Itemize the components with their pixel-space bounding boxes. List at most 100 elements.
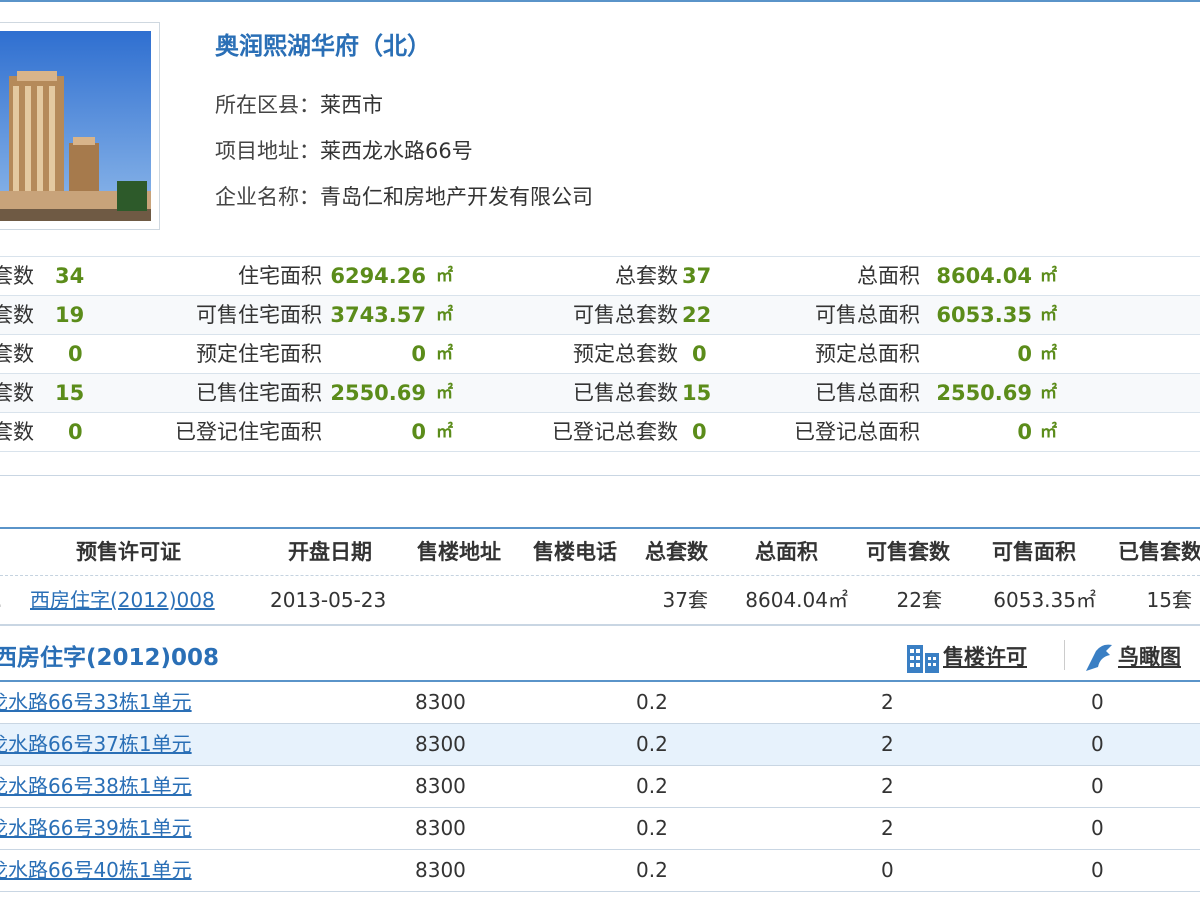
col-header-avail-units: 可售套数 [866,540,950,564]
unit-sqm: ㎡ [1040,305,1057,325]
avail-count: 2 [881,732,894,756]
stat-label: 预定总套数 [573,342,678,366]
table-row: 龙水路66号33栋1单元 8300 0.2 2 0 [0,682,1200,724]
stat-label: 住宅面积 [238,264,322,288]
district-value: 莱西市 [320,93,383,117]
building-section-header: 西房住字(2012)008 售楼许可 鸟瞰图 [0,632,1200,682]
price: 8300 [415,690,466,714]
total-area: 8604.04㎡ [745,588,848,612]
open-date: 2013-05-23 [270,588,387,612]
stats-table: 套数 34 住宅面积 6294.26 ㎡ 总套数 37 总面积 8604.04 … [0,256,1200,452]
stats-row: 套数 34 住宅面积 6294.26 ㎡ 总套数 37 总面积 8604.04 … [0,256,1200,296]
district-label: 所在区县： [215,93,320,117]
stat-value: 34 [55,264,85,288]
avail-count: 2 [881,816,894,840]
table-row: 龙水路66号39栋1单元 8300 0.2 2 0 [0,808,1200,850]
stat-value: 2550.69 [330,381,426,405]
sales-permit-action[interactable]: 售楼许可 [905,638,1027,676]
stat-value: 15 [55,381,85,405]
stat-value: 0 [692,420,707,444]
table-row: 龙水路66号38栋1单元 8300 0.2 2 0 [0,766,1200,808]
stat-value: 0 [411,342,426,366]
stats-row: 套数 15 已售住宅面积 2550.69 ㎡ 已售总套数 15 已售总面积 25… [0,374,1200,413]
aerial-view-link[interactable]: 鸟瞰图 [1118,645,1181,669]
stat-label: 可售住宅面积 [196,303,322,327]
stat-value: 6053.35 [936,303,1032,327]
bird-icon [1086,644,1112,671]
stat-label: 已登记总套数 [552,420,678,444]
col-header-total-units: 总套数 [645,540,708,564]
stat-label: 预定总面积 [815,342,920,366]
stat-value: 15 [682,381,712,405]
unit-sqm: ㎡ [436,383,453,403]
permit-link[interactable]: 西房住字(2012)008 [30,588,215,612]
unit-sqm: ㎡ [1040,266,1057,286]
stat-label: 套数 [0,381,34,405]
project-info: 奥润熙湖华府（北） 所在区县：莱西市 项目地址：莱西龙水路66号 企业名称：青岛… [215,30,593,220]
stat-value: 2550.69 [936,381,1032,405]
stat-value: 0 [68,342,83,366]
unit-sqm: ㎡ [1040,383,1057,403]
project-name: 奥润熙湖华府（北） [215,32,431,60]
stat-label: 预定住宅面积 [196,342,322,366]
project-photo[interactable] [0,22,160,230]
table-row: 龙水路66号40栋1单元 8300 0.2 0 0 [0,850,1200,892]
building-link[interactable]: 龙水路66号33栋1单元 [0,690,192,714]
avail-count: 2 [881,774,894,798]
stat-label: 已登记住宅面积 [175,420,322,444]
stat-label: 已售总面积 [815,381,920,405]
ratio: 0.2 [636,858,668,882]
building-image [0,31,151,221]
stat-label: 套数 [0,420,34,444]
price: 8300 [415,732,466,756]
sold-count: 0 [1091,690,1104,714]
stat-value: 3743.57 [330,303,426,327]
stat-value: 8604.04 [936,264,1032,288]
stat-label: 套数 [0,303,34,327]
table-row: . 西房住字(2012)008 2013-05-23 37套 8604.04㎡ … [0,576,1200,626]
table-row: 龙水路66号37栋1单元 8300 0.2 2 0 [0,724,1200,766]
address-row: 项目地址：莱西龙水路66号 [215,128,593,174]
building-link[interactable]: 龙水路66号37栋1单元 [0,732,192,756]
sold-count: 0 [1091,774,1104,798]
district-row: 所在区县：莱西市 [215,82,593,128]
col-header-avail-area: 可售面积 [992,540,1076,564]
stat-label: 套数 [0,342,34,366]
sold-count: 0 [1091,858,1104,882]
avail-count: 2 [881,690,894,714]
stat-value: 22 [682,303,712,327]
stat-label: 已售总套数 [573,381,678,405]
stat-value: 0 [1017,342,1032,366]
unit-sqm: ㎡ [1040,422,1057,442]
col-header-open-date: 开盘日期 [288,540,372,564]
unit-sqm: ㎡ [436,422,453,442]
sold-count: 0 [1091,732,1104,756]
stat-label: 可售总面积 [815,303,920,327]
building-link[interactable]: 龙水路66号40栋1单元 [0,858,192,882]
sold-count: 0 [1091,816,1104,840]
company-row: 企业名称：青岛仁和房地产开发有限公司 [215,174,593,220]
col-header-sales-address: 售楼地址 [417,540,501,564]
stat-value: 0 [411,420,426,444]
building-section-title: 西房住字(2012)008 [0,645,220,671]
price: 8300 [415,858,466,882]
unit-sqm: ㎡ [436,266,453,286]
sales-permit-link[interactable]: 售楼许可 [943,645,1027,669]
row-index: . [0,576,2,624]
stat-value: 0 [692,342,707,366]
aerial-view-action[interactable]: 鸟瞰图 [1082,638,1181,676]
stat-value: 0 [68,420,83,444]
ratio: 0.2 [636,690,668,714]
stat-label: 总套数 [615,264,678,288]
company-label: 企业名称： [215,185,320,209]
building-icon [907,645,939,673]
action-divider [1064,640,1065,670]
building-link[interactable]: 龙水路66号38栋1单元 [0,774,192,798]
unit-sqm: ㎡ [436,305,453,325]
stats-row: 套数 0 预定住宅面积 0 ㎡ 预定总套数 0 预定总面积 0 ㎡ [0,335,1200,374]
stat-label: 套数 [0,264,34,288]
stat-label: 已售住宅面积 [196,381,322,405]
building-link[interactable]: 龙水路66号39栋1单元 [0,816,192,840]
col-header-sold-units: 已售套数 [1118,540,1200,564]
address-value: 莱西龙水路66号 [320,139,473,163]
